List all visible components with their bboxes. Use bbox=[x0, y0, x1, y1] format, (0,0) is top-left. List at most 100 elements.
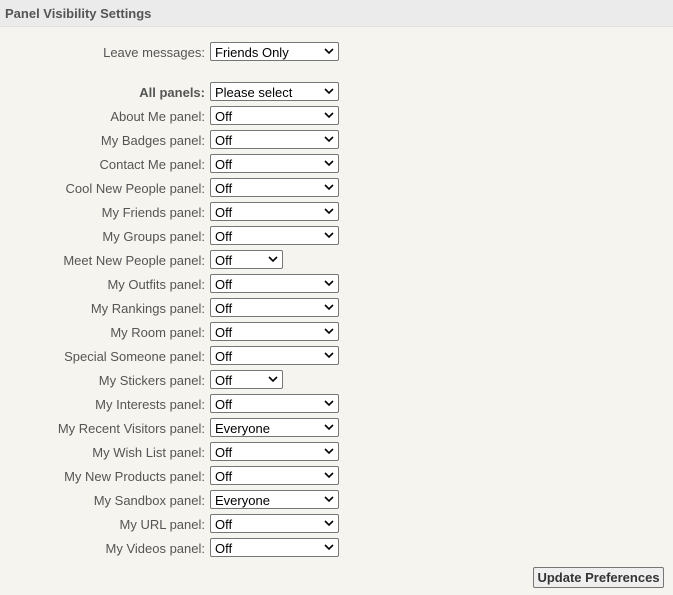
all-panels-label: All panels: bbox=[139, 85, 205, 100]
all-panels-row: All panels: Please select bbox=[0, 82, 673, 102]
select-value: Off bbox=[215, 397, 233, 412]
all-panels-value: Please select bbox=[215, 85, 293, 100]
leave-messages-label: Leave messages: bbox=[103, 45, 205, 60]
panel-label: My Sandbox panel: bbox=[93, 493, 205, 508]
panel-row-my-interests: My Interests panel: Off bbox=[0, 394, 673, 414]
panel-label: Special Someone panel: bbox=[64, 349, 205, 364]
chevron-down-icon bbox=[268, 376, 278, 383]
panel-label: My Badges panel: bbox=[100, 133, 205, 148]
my-rankings-panel-select[interactable]: Off bbox=[210, 298, 339, 317]
my-videos-panel-select[interactable]: Off bbox=[210, 538, 339, 557]
my-interests-panel-select[interactable]: Off bbox=[210, 394, 339, 413]
panel-label: My Outfits panel: bbox=[107, 277, 205, 292]
contact-me-panel-select[interactable]: Off bbox=[210, 154, 339, 173]
leave-messages-select[interactable]: Friends Only bbox=[210, 42, 339, 61]
panel-label: Contact Me panel: bbox=[99, 157, 205, 172]
panel-label: My Stickers panel: bbox=[98, 373, 205, 388]
chevron-down-icon bbox=[324, 400, 334, 407]
chevron-down-icon bbox=[324, 544, 334, 551]
panel-label: Cool New People panel: bbox=[65, 181, 205, 196]
chevron-down-icon bbox=[268, 256, 278, 263]
about-me-panel-select[interactable]: Off bbox=[210, 106, 339, 125]
my-new-products-panel-select[interactable]: Off bbox=[210, 466, 339, 485]
panel-label: My Rankings panel: bbox=[90, 301, 205, 316]
chevron-down-icon bbox=[324, 352, 334, 359]
chevron-down-icon bbox=[324, 328, 334, 335]
my-outfits-panel-select[interactable]: Off bbox=[210, 274, 339, 293]
panel-label: My New Products panel: bbox=[64, 469, 205, 484]
my-recent-visitors-panel-select[interactable]: Everyone bbox=[210, 418, 339, 437]
panel-row-my-badges: My Badges panel: Off bbox=[0, 130, 673, 150]
my-badges-panel-select[interactable]: Off bbox=[210, 130, 339, 149]
panel-row-my-stickers: My Stickers panel: Off bbox=[0, 370, 673, 390]
panel-row-my-sandbox: My Sandbox panel: Everyone bbox=[0, 490, 673, 510]
all-panels-select[interactable]: Please select bbox=[210, 82, 339, 101]
my-groups-panel-select[interactable]: Off bbox=[210, 226, 339, 245]
cool-new-people-panel-select[interactable]: Off bbox=[210, 178, 339, 197]
leave-messages-row: Leave messages: Friends Only bbox=[0, 42, 673, 62]
select-value: Off bbox=[215, 109, 233, 124]
panel-row-my-new-products: My New Products panel: Off bbox=[0, 466, 673, 486]
chevron-down-icon bbox=[324, 160, 334, 167]
panel-row-my-wish-list: My Wish List panel: Off bbox=[0, 442, 673, 462]
chevron-down-icon bbox=[324, 496, 334, 503]
section-header: Panel Visibility Settings bbox=[0, 0, 673, 27]
panel-row-my-recent-visitors: My Recent Visitors panel: Everyone bbox=[0, 418, 673, 438]
chevron-down-icon bbox=[324, 48, 334, 55]
special-someone-panel-select[interactable]: Off bbox=[210, 346, 339, 365]
panel-row-about-me: About Me panel: Off bbox=[0, 106, 673, 126]
panel-row-my-groups: My Groups panel: Off bbox=[0, 226, 673, 246]
select-value: Off bbox=[215, 277, 233, 292]
panel-label: My URL panel: bbox=[119, 517, 206, 532]
panel-label: My Groups panel: bbox=[102, 229, 205, 244]
my-wish-list-panel-select[interactable]: Off bbox=[210, 442, 339, 461]
chevron-down-icon bbox=[324, 280, 334, 287]
meet-new-people-panel-select[interactable]: Off bbox=[210, 250, 283, 269]
panel-row-my-rankings: My Rankings panel: Off bbox=[0, 298, 673, 318]
panel-row-my-url: My URL panel: Off bbox=[0, 514, 673, 534]
chevron-down-icon bbox=[324, 184, 334, 191]
select-value: Off bbox=[215, 373, 233, 388]
panel-row-my-friends: My Friends panel: Off bbox=[0, 202, 673, 222]
panel-row-my-videos: My Videos panel: Off bbox=[0, 538, 673, 558]
update-preferences-button[interactable]: Update Preferences bbox=[533, 567, 664, 588]
panel-row-my-outfits: My Outfits panel: Off bbox=[0, 274, 673, 294]
select-value: Off bbox=[215, 133, 233, 148]
my-room-panel-select[interactable]: Off bbox=[210, 322, 339, 341]
chevron-down-icon bbox=[324, 136, 334, 143]
panel-label: My Videos panel: bbox=[105, 541, 206, 556]
my-stickers-panel-select[interactable]: Off bbox=[210, 370, 283, 389]
panel-row-meet-new-people: Meet New People panel: Off bbox=[0, 250, 673, 270]
select-value: Off bbox=[215, 349, 233, 364]
chevron-down-icon bbox=[324, 88, 334, 95]
select-value: Off bbox=[215, 157, 233, 172]
my-friends-panel-select[interactable]: Off bbox=[210, 202, 339, 221]
my-sandbox-panel-select[interactable]: Everyone bbox=[210, 490, 339, 509]
select-value: Off bbox=[215, 325, 233, 340]
select-value: Off bbox=[215, 541, 233, 556]
panel-label: My Friends panel: bbox=[101, 205, 205, 220]
my-url-panel-select[interactable]: Off bbox=[210, 514, 339, 533]
chevron-down-icon bbox=[324, 520, 334, 527]
select-value: Off bbox=[215, 253, 233, 268]
chevron-down-icon bbox=[324, 232, 334, 239]
select-value: Off bbox=[215, 301, 233, 316]
select-value: Off bbox=[215, 469, 233, 484]
chevron-down-icon bbox=[324, 208, 334, 215]
panel-label: My Interests panel: bbox=[95, 397, 205, 412]
select-value: Off bbox=[215, 181, 233, 196]
chevron-down-icon bbox=[324, 112, 334, 119]
panel-label: My Wish List panel: bbox=[92, 445, 205, 460]
select-value: Everyone bbox=[215, 493, 270, 508]
panel-row-special-someone: Special Someone panel: Off bbox=[0, 346, 673, 366]
panel-row-cool-new-people: Cool New People panel: Off bbox=[0, 178, 673, 198]
select-value: Off bbox=[215, 517, 233, 532]
panel-label: Meet New People panel: bbox=[63, 253, 205, 268]
select-value: Off bbox=[215, 229, 233, 244]
leave-messages-value: Friends Only bbox=[215, 45, 289, 60]
chevron-down-icon bbox=[324, 448, 334, 455]
chevron-down-icon bbox=[324, 472, 334, 479]
select-value: Off bbox=[215, 205, 233, 220]
panel-label: My Room panel: bbox=[110, 325, 205, 340]
chevron-down-icon bbox=[324, 424, 334, 431]
